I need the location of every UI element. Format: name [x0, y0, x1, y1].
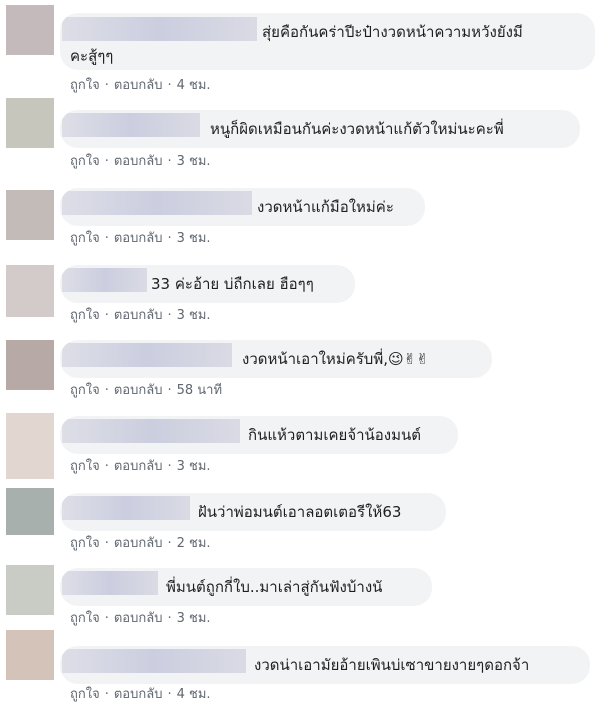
avatar[interactable]: [6, 5, 54, 55]
comment-text-line-2: คะสู้ๆๆ: [70, 47, 114, 65]
avatar[interactable]: [6, 630, 54, 680]
comment-actions: ถูกใจ · ตอบกลับ · 3 ชม.: [70, 610, 211, 628]
avatar[interactable]: [6, 98, 54, 148]
comment-bubble: งวดน่าเอามัยอ้ายเพินบ่เซาขายงายๆดอกจ้า: [60, 646, 590, 684]
comment-timestamp[interactable]: 3 ชม.: [177, 458, 211, 476]
reply-link[interactable]: ตอบกลับ: [114, 153, 163, 171]
avatar[interactable]: [6, 565, 54, 615]
avatar[interactable]: [6, 340, 54, 390]
separator-dot: ·: [104, 383, 109, 398]
comment-list: สุ่ยคือกันคร่าปีะป๋างวดหน้าความหวังยังมี…: [0, 0, 610, 711]
separator-dot: ·: [167, 308, 172, 323]
comment-bubble: 33 ค่ะอ้าย บ่ถืกเลย ฮือๆๆ: [60, 265, 355, 303]
reply-link[interactable]: ตอบกลับ: [114, 307, 163, 325]
comment-actions: ถูกใจ · ตอบกลับ · 58 นาที: [70, 382, 222, 400]
separator-dot: ·: [167, 687, 172, 702]
redacted-author-name[interactable]: [62, 268, 147, 292]
avatar[interactable]: [6, 413, 54, 479]
comment-actions: ถูกใจ · ตอบกลับ · 3 ชม.: [70, 153, 211, 171]
avatar[interactable]: [6, 488, 54, 535]
redacted-author-name[interactable]: [62, 17, 257, 41]
comment-text: งวดหน้าแก้มือใหม่ค่ะ: [257, 198, 394, 216]
comment-timestamp[interactable]: 3 ชม.: [177, 610, 211, 628]
avatar[interactable]: [6, 265, 54, 317]
comment-bubble: ฝันว่าพ่อมนต์เอาลอตเตอรีให้63: [60, 493, 446, 531]
redacted-author-name[interactable]: [62, 419, 240, 443]
separator-dot: ·: [104, 687, 109, 702]
comment-text: งวดหน้าเอาใหม่ครับพี่,😉✌✌: [242, 350, 429, 368]
separator-dot: ·: [104, 611, 109, 626]
comment-actions: ถูกใจ · ตอบกลับ · 4 ชม.: [70, 686, 211, 704]
comment-timestamp[interactable]: 4 ชม.: [177, 77, 211, 95]
comment-bubble: หนูก็ผิดเหมือนกันค่ะงวดหน้าแก้ตัวใหม่นะค…: [60, 110, 580, 148]
comment-actions: ถูกใจ · ตอบกลับ · 3 ชม.: [70, 307, 211, 325]
separator-dot: ·: [167, 154, 172, 169]
separator-dot: ·: [104, 231, 109, 246]
comment-timestamp[interactable]: 58 นาที: [177, 382, 222, 400]
comment-actions: ถูกใจ · ตอบกลับ · 2 ชม.: [70, 535, 211, 553]
comment-text: กินแห้วตามเคยจ้าน้องมนต์: [248, 426, 421, 444]
separator-dot: ·: [104, 78, 109, 93]
comment-timestamp[interactable]: 3 ชม.: [177, 307, 211, 325]
like-link[interactable]: ถูกใจ: [70, 230, 100, 248]
separator-dot: ·: [167, 536, 172, 551]
reply-link[interactable]: ตอบกลับ: [114, 610, 163, 628]
reply-link[interactable]: ตอบกลับ: [114, 230, 163, 248]
like-link[interactable]: ถูกใจ: [70, 382, 100, 400]
comment-actions: ถูกใจ · ตอบกลับ · 3 ชม.: [70, 458, 211, 476]
comment-text: งวดน่าเอามัยอ้ายเพินบ่เซาขายงายๆดอกจ้า: [254, 656, 530, 674]
comment-bubble: สุ่ยคือกันคร่าปีะป๋างวดหน้าความหวังยังมี…: [60, 13, 595, 70]
separator-dot: ·: [104, 536, 109, 551]
separator-dot: ·: [167, 611, 172, 626]
separator-dot: ·: [104, 308, 109, 323]
comment-bubble: งวดหน้าเอาใหม่ครับพี่,😉✌✌: [60, 340, 492, 378]
reply-link[interactable]: ตอบกลับ: [114, 686, 163, 704]
comment-text: ฝันว่าพ่อมนต์เอาลอตเตอรีให้63: [198, 503, 402, 521]
reply-link[interactable]: ตอบกลับ: [114, 382, 163, 400]
redacted-author-name[interactable]: [62, 343, 232, 367]
comment-text: หนูก็ผิดเหมือนกันค่ะงวดหน้าแก้ตัวใหม่นะค…: [210, 120, 504, 138]
comment-timestamp[interactable]: 3 ชม.: [177, 230, 211, 248]
redacted-author-name[interactable]: [62, 496, 190, 520]
separator-dot: ·: [167, 78, 172, 93]
separator-dot: ·: [104, 154, 109, 169]
like-link[interactable]: ถูกใจ: [70, 610, 100, 628]
reply-link[interactable]: ตอบกลับ: [114, 535, 163, 553]
redacted-author-name[interactable]: [62, 571, 158, 595]
comment-timestamp[interactable]: 2 ชม.: [177, 535, 211, 553]
comment-actions: ถูกใจ · ตอบกลับ · 3 ชม.: [70, 230, 211, 248]
redacted-author-name[interactable]: [62, 649, 246, 673]
like-link[interactable]: ถูกใจ: [70, 307, 100, 325]
like-link[interactable]: ถูกใจ: [70, 535, 100, 553]
reply-link[interactable]: ตอบกลับ: [114, 77, 163, 95]
redacted-author-name[interactable]: [62, 191, 252, 215]
comment-actions: ถูกใจ · ตอบกลับ · 4 ชม.: [70, 77, 211, 95]
like-link[interactable]: ถูกใจ: [70, 458, 100, 476]
comment-timestamp[interactable]: 4 ชม.: [177, 686, 211, 704]
redacted-author-name[interactable]: [62, 113, 200, 137]
like-link[interactable]: ถูกใจ: [70, 77, 100, 95]
comment-text: 33 ค่ะอ้าย บ่ถืกเลย ฮือๆๆ: [151, 275, 314, 293]
separator-dot: ·: [167, 459, 172, 474]
comment-bubble: กินแห้วตามเคยจ้าน้องมนต์: [60, 416, 458, 454]
comment-text: พี่มนต์ถูกกี่ใบ..มาเล่าสู่กันฟังบ้างนั: [166, 578, 383, 596]
avatar[interactable]: [6, 190, 54, 240]
comment-bubble: พี่มนต์ถูกกี่ใบ..มาเล่าสู่กันฟังบ้างนั: [60, 568, 432, 606]
like-link[interactable]: ถูกใจ: [70, 686, 100, 704]
reply-link[interactable]: ตอบกลับ: [114, 458, 163, 476]
separator-dot: ·: [104, 459, 109, 474]
comment-bubble: งวดหน้าแก้มือใหม่ค่ะ: [60, 188, 425, 226]
separator-dot: ·: [167, 231, 172, 246]
separator-dot: ·: [167, 383, 172, 398]
like-link[interactable]: ถูกใจ: [70, 153, 100, 171]
comment-text: สุ่ยคือกันคร่าปีะป๋างวดหน้าความหวังยังมี: [262, 23, 523, 41]
comment-timestamp[interactable]: 3 ชม.: [177, 153, 211, 171]
